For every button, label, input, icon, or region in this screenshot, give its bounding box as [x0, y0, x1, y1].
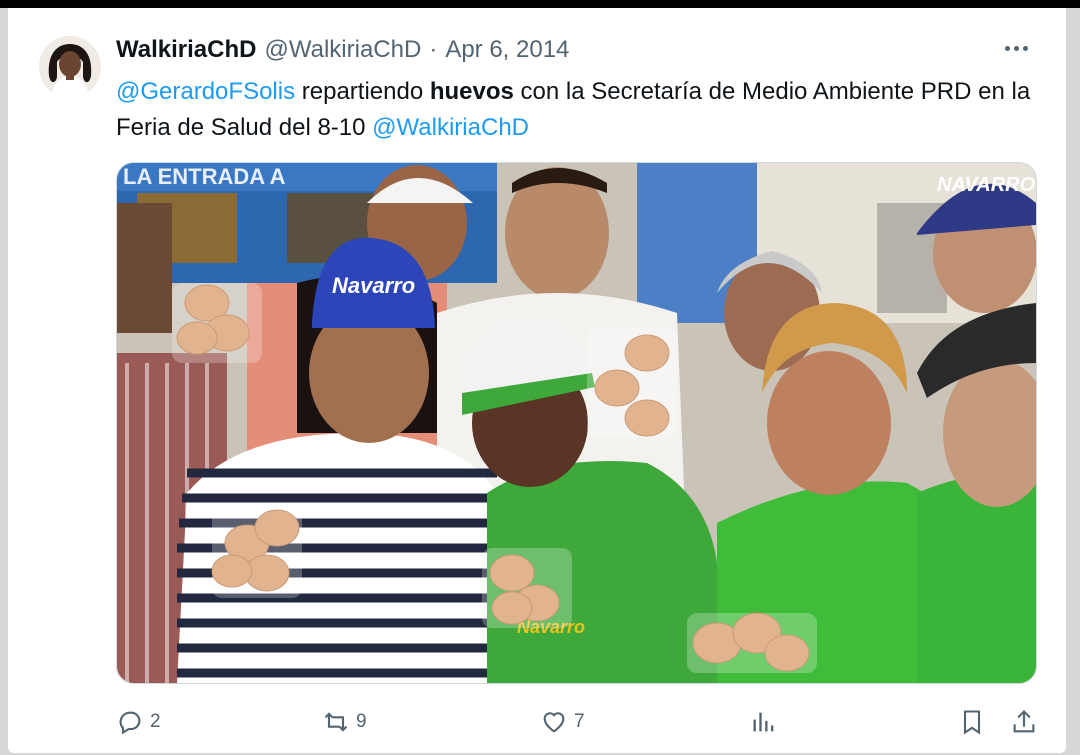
- author-handle[interactable]: @WalkiriaChD: [264, 36, 421, 64]
- top-bar: [0, 0, 1080, 8]
- cap-brand-text: NAVARRO: [937, 174, 1036, 196]
- repost-count: 9: [356, 711, 367, 732]
- bookmark-button[interactable]: [958, 702, 986, 742]
- bold-text: huevos: [429, 78, 514, 105]
- author-name[interactable]: WalkiriaChD: [116, 36, 256, 64]
- cap-brand-text: Navarro: [332, 273, 415, 298]
- share-icon: [1013, 710, 1035, 733]
- tweet-text: @GerardoFSolis repartiendo huevos con la…: [116, 74, 1036, 146]
- repost-icon: [324, 712, 348, 732]
- photo-sign-text: LA ENTRADA A: [123, 164, 286, 189]
- reply-icon: [119, 711, 141, 735]
- avatar[interactable]: [39, 36, 101, 98]
- tweet-date[interactable]: Apr 6, 2014: [445, 36, 569, 64]
- reply-count: 2: [150, 711, 161, 732]
- action-bar: 2 9 7: [116, 702, 1046, 742]
- like-button[interactable]: 7: [540, 702, 585, 742]
- views-button[interactable]: [750, 702, 784, 742]
- reply-button[interactable]: 2: [116, 702, 161, 742]
- text-segment: repartiendo: [295, 78, 430, 105]
- more-icon[interactable]: [998, 38, 1034, 58]
- like-icon: [543, 712, 565, 733]
- repost-button[interactable]: 9: [322, 702, 367, 742]
- views-icon: [753, 712, 774, 732]
- mention-link[interactable]: @WalkiriaChD: [372, 114, 529, 141]
- tweet-header: WalkiriaChD @WalkiriaChD · Apr 6, 2014: [116, 36, 569, 66]
- share-button[interactable]: [1010, 702, 1038, 742]
- tweet-photo[interactable]: LA ENTRADA A NAVARRO Navarro: [116, 162, 1037, 684]
- bookmark-icon: [963, 710, 981, 735]
- separator: ·: [429, 36, 438, 63]
- like-count: 7: [574, 711, 585, 732]
- tweet-card[interactable]: WalkiriaChD @WalkiriaChD · Apr 6, 2014 @…: [8, 8, 1066, 753]
- mention-link[interactable]: @GerardoFSolis: [116, 78, 295, 105]
